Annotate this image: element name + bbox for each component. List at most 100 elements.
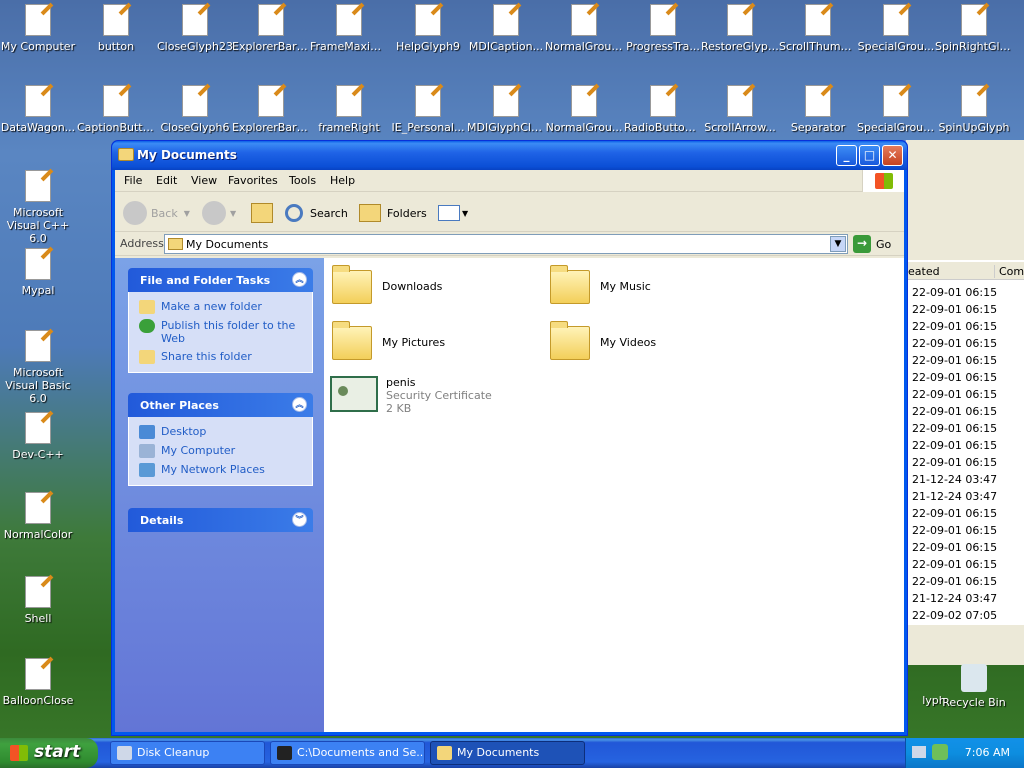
address-input[interactable]: My Documents — [164, 234, 848, 254]
file-item-certificate[interactable]: penis Security Certificate 2 KB — [330, 376, 492, 415]
desktop-icon[interactable]: FrameMaxim... — [310, 4, 388, 53]
desktop-icon[interactable]: RestoreGlyph9 — [701, 4, 779, 53]
desktop-icon[interactable]: Dev-C++ — [0, 412, 77, 461]
desktop-icon[interactable]: ExplorerBarT... — [232, 85, 310, 134]
my-computer-link[interactable]: My Computer — [139, 444, 302, 458]
folder-item-my-videos[interactable]: My Videos — [550, 320, 656, 364]
date-row[interactable]: 22-09-01 06:15 — [912, 301, 997, 318]
panel-header[interactable]: Other Places ︽ — [128, 393, 313, 417]
desktop-icon[interactable]: ProgressTra... — [624, 4, 702, 53]
desktop-icon[interactable]: NormalGrou... — [545, 85, 623, 134]
search-button[interactable]: Search — [285, 200, 348, 226]
menu-favorites[interactable]: Favorites — [228, 174, 278, 187]
date-row[interactable]: 22-09-01 06:15 — [912, 437, 997, 454]
date-row[interactable]: 21-12-24 03:47 — [912, 590, 997, 607]
desktop-link[interactable]: Desktop — [139, 425, 302, 439]
date-row[interactable]: 22-09-01 06:15 — [912, 420, 997, 437]
date-row[interactable]: 22-09-01 06:15 — [912, 539, 997, 556]
desktop-icon[interactable]: CloseGlyph23 — [156, 4, 234, 53]
my-network-places-link[interactable]: My Network Places — [139, 463, 302, 477]
desktop-icon-recycle-bin[interactable]: Recycle Bin — [935, 664, 1013, 709]
menu-edit[interactable]: Edit — [156, 174, 177, 187]
panel-header[interactable]: File and Folder Tasks ︽ — [128, 268, 313, 292]
publish-folder-link[interactable]: Publish this folder to the Web — [139, 319, 302, 345]
panel-header[interactable]: Details ︾ — [128, 508, 313, 532]
desktop-icon[interactable]: NormalGroup... — [545, 4, 623, 53]
desktop-icon[interactable]: ExplorerBarT... — [232, 4, 310, 53]
address-dropdown-button[interactable]: ▼ — [830, 236, 846, 252]
minimize-button[interactable]: _ — [836, 145, 857, 166]
column-header[interactable]: eated Comm — [906, 262, 1024, 280]
up-folder-button[interactable] — [251, 200, 273, 226]
collapse-icon[interactable]: ︽ — [292, 272, 307, 287]
expand-icon[interactable]: ︾ — [292, 512, 307, 527]
taskbar-button-disk-cleanup[interactable]: Disk Cleanup — [110, 741, 265, 765]
desktop-icon[interactable]: CloseGlyph6 — [156, 85, 234, 134]
desktop-icon[interactable]: Separator — [779, 85, 857, 134]
folder-item-downloads[interactable]: Downloads — [332, 264, 442, 308]
make-new-folder-link[interactable]: Make a new folder — [139, 300, 302, 314]
title-bar[interactable]: My Documents _ □ ✕ — [112, 141, 907, 170]
share-folder-link[interactable]: Share this folder — [139, 350, 302, 364]
taskbar-button-7zip[interactable]: C:\Documents and Se... — [270, 741, 425, 765]
taskbar-button-my-documents[interactable]: My Documents — [430, 741, 585, 765]
date-row[interactable]: 22-09-01 06:15 — [912, 352, 997, 369]
date-row[interactable]: 22-09-01 06:15 — [912, 454, 997, 471]
desktop-icon[interactable]: SpecialGroup... — [857, 85, 935, 134]
date-row[interactable]: 22-09-01 06:15 — [912, 284, 997, 301]
column-comments[interactable]: Comm — [994, 265, 1024, 278]
folder-item-my-music[interactable]: My Music — [550, 264, 651, 308]
desktop-icon[interactable]: DataWagon... — [0, 85, 77, 134]
explorer-window[interactable]: My Documents _ □ ✕ File Edit View Favori… — [111, 140, 908, 736]
views-button[interactable]: ▼ — [438, 200, 468, 226]
date-row[interactable]: 21-12-24 03:47 — [912, 488, 997, 505]
background-window[interactable]: eated Comm 22-09-01 06:1522-09-01 06:152… — [905, 140, 1024, 665]
menu-view[interactable]: View — [191, 174, 217, 187]
desktop-icon[interactable]: SpinRightGlyph — [935, 4, 1013, 53]
desktop-icon[interactable]: Mypal — [0, 248, 77, 297]
desktop-icon[interactable]: CaptionButton — [77, 85, 155, 134]
menu-tools[interactable]: Tools — [289, 174, 316, 187]
desktop-icon[interactable]: ScrollArrow... — [701, 85, 779, 134]
column-created[interactable]: eated — [908, 265, 940, 278]
go-button[interactable]: → Go — [853, 235, 891, 253]
desktop-icon[interactable]: IE_Personal... — [389, 85, 467, 134]
date-row[interactable]: 22-09-01 06:15 — [912, 335, 997, 352]
desktop-icon[interactable]: NormalColor — [0, 492, 77, 541]
close-button[interactable]: ✕ — [882, 145, 903, 166]
desktop-icon[interactable]: button — [77, 4, 155, 53]
date-row[interactable]: 22-09-01 06:15 — [912, 522, 997, 539]
desktop-icon[interactable]: SpecialGrou... — [857, 4, 935, 53]
desktop-icon[interactable]: SpinUpGlyph — [935, 85, 1013, 134]
desktop-icon[interactable]: HelpGlyph9 — [389, 4, 467, 53]
clock[interactable]: 7:06 AM — [965, 746, 1010, 759]
back-button[interactable]: Back ▼ — [123, 200, 190, 226]
desktop-icon[interactable]: Shell — [0, 576, 77, 625]
maximize-button[interactable]: □ — [859, 145, 880, 166]
date-row[interactable]: 22-09-01 06:15 — [912, 505, 997, 522]
date-row[interactable]: 22-09-01 06:15 — [912, 386, 997, 403]
date-row[interactable]: 22-09-01 06:15 — [912, 556, 997, 573]
desktop-icon[interactable]: ScrollThumb... — [779, 4, 857, 53]
date-row[interactable]: 22-09-01 06:15 — [912, 318, 997, 335]
keyboard-icon[interactable] — [912, 746, 926, 758]
desktop-icon[interactable]: MDIGlyphClose — [467, 85, 545, 134]
folder-item-my-pictures[interactable]: My Pictures — [332, 320, 445, 364]
folders-button[interactable]: Folders — [359, 200, 427, 226]
collapse-icon[interactable]: ︽ — [292, 397, 307, 412]
desktop-icon[interactable]: My Computer — [0, 4, 77, 53]
desktop-icon[interactable]: BalloonClose — [0, 658, 77, 707]
desktop-icon[interactable]: MDICaption... — [467, 4, 545, 53]
desktop-icon[interactable]: RadioButton13 — [624, 85, 702, 134]
date-row[interactable]: 21-12-24 03:47 — [912, 471, 997, 488]
date-row[interactable]: 22-09-01 06:15 — [912, 369, 997, 386]
desktop-icon[interactable]: frameRight — [310, 85, 388, 134]
menu-help[interactable]: Help — [330, 174, 355, 187]
desktop-icon[interactable]: Microsoft Visual C++ 6.0 — [0, 170, 77, 245]
date-row[interactable]: 22-09-01 06:15 — [912, 573, 997, 590]
menu-file[interactable]: File — [124, 174, 142, 187]
date-row[interactable]: 22-09-02 07:05 — [912, 607, 997, 624]
date-row[interactable]: 22-09-01 06:15 — [912, 403, 997, 420]
start-button[interactable]: start — [0, 738, 98, 768]
safely-remove-icon[interactable] — [932, 744, 948, 760]
